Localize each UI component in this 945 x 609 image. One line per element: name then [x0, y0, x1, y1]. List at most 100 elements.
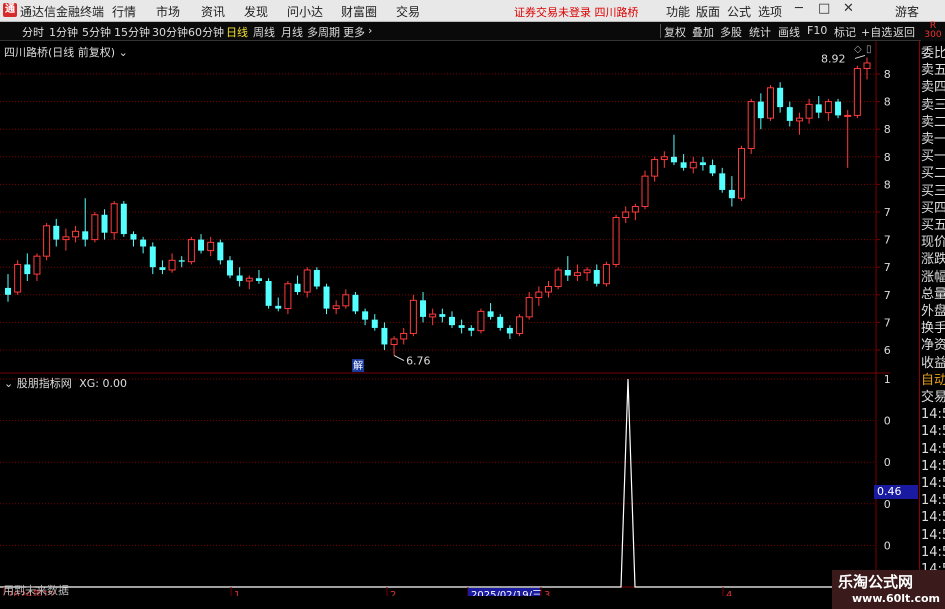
candle-body — [381, 327, 388, 345]
date-tick-label: 1 — [234, 590, 240, 596]
date-tick-label: 4 — [726, 590, 732, 596]
candlestick-series — [5, 57, 871, 356]
candle-body — [487, 311, 494, 317]
candle-body — [689, 161, 697, 169]
candle-body — [187, 239, 195, 263]
indicator-name: 股朋指标网 — [16, 377, 72, 390]
candle-body — [362, 311, 369, 320]
period-1min[interactable]: 1分钟 — [49, 24, 78, 40]
watermark-url: www.60lt.com — [852, 592, 941, 605]
title-dropdown-icon[interactable]: ⌄ — [119, 46, 128, 59]
maximize-icon[interactable]: □ — [818, 1, 830, 16]
r-badge[interactable]: R 300 — [921, 22, 945, 41]
candle-body — [651, 159, 659, 177]
side-panel-item: 14:56 — [921, 527, 945, 543]
candle-body — [631, 205, 639, 213]
menu-caifuquan[interactable]: 财富圈 — [341, 3, 377, 20]
candle-body — [805, 103, 813, 119]
side-panel-item[interactable]: 交易 — [921, 389, 945, 406]
menu-zixun[interactable]: 资讯 — [201, 3, 225, 20]
side-panel-item[interactable]: 自动 — [921, 372, 945, 389]
candle-body — [33, 255, 41, 275]
period-multi[interactable]: 多周期 — [307, 24, 340, 40]
candle-body — [670, 156, 677, 163]
period-15min[interactable]: 15分钟 — [114, 24, 150, 40]
candle-body — [236, 275, 243, 281]
trade-login-notice[interactable]: 证券交易未登录 四川路桥 — [514, 4, 639, 20]
candle-body — [641, 175, 649, 207]
candle-body — [786, 107, 793, 121]
period-5min[interactable]: 5分钟 — [82, 24, 111, 40]
candle-body — [409, 299, 417, 334]
main-chart-title[interactable]: 四川路桥(日线 前复权) ⌄ — [4, 44, 128, 60]
tool-fuquan[interactable]: 复权 — [664, 24, 686, 40]
candle-body — [766, 87, 774, 119]
period-30min[interactable]: 30分钟 — [152, 24, 188, 40]
candle-body — [255, 278, 262, 281]
candle-body — [747, 101, 755, 150]
menu-gongshi[interactable]: 公式 — [727, 3, 751, 20]
low-label: 6.76 — [406, 355, 431, 368]
period-toolbar: 分时 1分钟 5分钟 15分钟 30分钟 60分钟 日线 周线 月线 多周期 更… — [0, 22, 945, 41]
candle-body — [53, 225, 60, 240]
side-panel-item: 卖四 — [921, 80, 945, 96]
app-title: 通达信金融终端 — [20, 5, 105, 19]
side-panel-item: 买五 — [921, 218, 945, 233]
guest-label[interactable]: 游客 — [895, 3, 919, 20]
menu-faxian[interactable]: 发现 — [244, 3, 268, 20]
period-monthly[interactable]: 月线 — [281, 24, 303, 40]
indicator-dropdown-icon[interactable]: ⌄ — [4, 377, 13, 390]
period-60min[interactable]: 60分钟 — [188, 24, 224, 40]
period-daily[interactable]: 日线 — [226, 24, 248, 40]
candle-body — [101, 214, 108, 233]
tool-huaxian[interactable]: 画线 — [778, 24, 800, 40]
indicator-title[interactable]: ⌄ 股朋指标网 XG: 0.00 — [4, 375, 127, 391]
side-panel-item: 卖五 — [921, 63, 945, 79]
menu-xuanxiang[interactable]: 选项 — [758, 3, 782, 20]
candle-body — [535, 291, 543, 299]
side-panel-item: 买三 — [921, 183, 945, 199]
tool-duogu[interactable]: 多股 — [720, 24, 742, 40]
tool-back[interactable]: 返回 — [893, 24, 915, 40]
candle-body — [699, 162, 706, 166]
chevron-right-icon[interactable]: › — [368, 24, 372, 37]
menu-wenxiaoda[interactable]: 问小达 — [287, 3, 323, 20]
tool-tongji[interactable]: 统计 — [749, 24, 771, 40]
close-icon[interactable]: ✕ — [843, 1, 854, 16]
candle-body — [602, 263, 610, 285]
candle-body — [853, 67, 861, 116]
candle-body — [207, 241, 215, 252]
tool-diejia[interactable]: 叠加 — [692, 24, 714, 40]
candle-body — [390, 338, 398, 345]
indicator-tick-label: 0.40 — [884, 498, 890, 511]
tool-biaoji[interactable]: 标记 — [834, 24, 856, 40]
candle-body — [140, 239, 147, 247]
menu-shichang[interactable]: 市场 — [156, 3, 180, 20]
tool-add-watchlist[interactable]: +自选 — [861, 24, 892, 40]
period-weekly[interactable]: 周线 — [253, 24, 275, 40]
chart-canvas[interactable]: 8.80 8.60 8.40 8.20 8.00 7.80 7.60 7.40 7.20 7.00… — [0, 41, 890, 596]
minimize-icon[interactable]: ─ — [795, 1, 803, 16]
candle-body — [159, 267, 166, 270]
menu-banmian[interactable]: 版面 — [696, 3, 720, 20]
side-panel-item: 14:56 — [921, 407, 945, 423]
menu-jiaoyi[interactable]: 交易 — [396, 3, 420, 20]
panel-toggle-icon: ▯ — [866, 44, 872, 55]
cursor-value-box: 0.46 — [874, 485, 918, 499]
price-tick-label: 6.80 — [884, 344, 890, 357]
menu-hangqing[interactable]: 行情 — [112, 3, 136, 20]
candle-body — [420, 300, 427, 317]
period-fenshi[interactable]: 分时 — [22, 24, 44, 40]
candle-body — [554, 269, 562, 288]
candle-body — [719, 173, 726, 190]
candle-body — [284, 283, 292, 310]
candle-body — [110, 203, 118, 234]
quote-side-panel: 委比 卖五 卖四 卖三 卖二 卖一 买一 买二 买三 买四 买五 现价 涨跌 涨幅 总量 外盘 换手 净资 收益 自动… — [919, 41, 945, 601]
candle-body — [844, 114, 852, 117]
period-more[interactable]: 更多 — [343, 24, 365, 40]
menu-gongneng[interactable]: 功能 — [666, 3, 690, 20]
side-panel-item: 买二 — [921, 166, 945, 182]
price-tick-label: 8.80 — [884, 68, 890, 81]
tool-f10[interactable]: F10 — [807, 24, 827, 37]
candle-body — [178, 260, 185, 262]
